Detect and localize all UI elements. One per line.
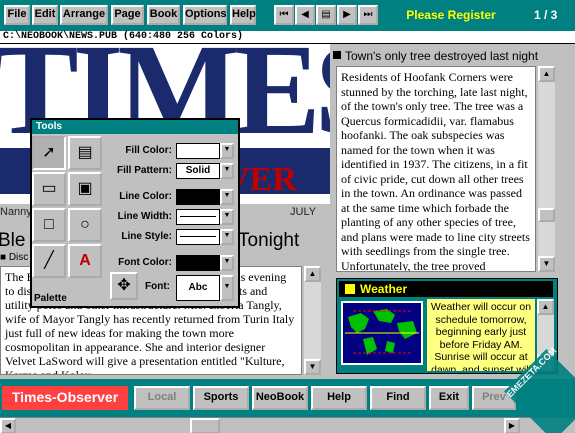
fill-pattern-label: Fill Pattern: [116, 165, 172, 176]
last-page-icon[interactable]: ⏭ [358, 5, 378, 25]
tree-story-text[interactable]: Residents of Hoofank Corners were stunne… [336, 66, 536, 272]
tree-story-title-text: Town's only tree destroyed last night [345, 49, 539, 63]
font-label: Font: [145, 281, 170, 292]
find-button[interactable]: Find [370, 386, 426, 410]
scroll-up-icon[interactable]: ▲ [538, 66, 555, 82]
scroll-thumb[interactable] [190, 418, 220, 433]
line-style-field[interactable] [176, 229, 220, 245]
left-story-scrollbar[interactable]: ▲ ▼ [304, 266, 321, 375]
menu-help[interactable]: Help [230, 5, 256, 25]
headline-right: Tonight [238, 230, 300, 251]
chevron-down-icon[interactable]: ▼ [220, 255, 234, 271]
scroll-track[interactable] [538, 82, 555, 256]
tree-story-title: Town's only tree destroyed last night [333, 48, 539, 64]
pointer-tool-icon[interactable]: ➚ [32, 136, 66, 170]
newspaper-page: TIMES VER Nanny JULY Ble Tonight ■ Disc … [0, 44, 575, 379]
file-path-bar: C:\NEOBOOK\NEWS.PUB (640:480 256 Colors) [0, 31, 575, 44]
bottom-navigation-bar: Times-Observer Local Sports NeoBook Help… [0, 379, 575, 417]
local-button[interactable]: Local [134, 386, 190, 410]
weather-title: Weather [339, 281, 553, 297]
scroll-right-icon[interactable]: ▶ [504, 418, 520, 433]
prev-page-icon[interactable]: ◀ [295, 5, 315, 25]
font-field[interactable]: Abc [176, 275, 220, 301]
neobook-button[interactable]: NeoBook [252, 386, 308, 410]
please-register[interactable]: Please Register [396, 6, 506, 24]
tools-title[interactable]: Tools [32, 120, 238, 134]
right-story-scrollbar[interactable]: ▲ ▼ [538, 66, 555, 272]
tools-palette: Tools ➚ ▤ ▭ ▣ □ ○ ╱ A ✥ Fill Color: ▼ Fi… [30, 118, 240, 308]
help-button[interactable]: Help [311, 386, 367, 410]
font-color-field[interactable] [176, 255, 220, 271]
line-color-field[interactable] [176, 189, 220, 205]
chevron-down-icon[interactable]: ▼ [220, 143, 234, 159]
menu-arrange[interactable]: Arrange [60, 5, 108, 25]
rectangle-tool-icon[interactable]: □ [32, 208, 66, 242]
scroll-thumb[interactable] [538, 208, 555, 222]
weather-panel: Weather Weather will occur on schedule t… [336, 278, 558, 374]
weather-forecast-text[interactable]: Weather will occur on schedule tomorrow,… [427, 299, 535, 371]
palette-label[interactable]: Palette [34, 292, 94, 306]
headline-left: Ble [0, 230, 26, 251]
menu-edit[interactable]: Edit [32, 5, 58, 25]
text-tool-icon[interactable]: ▤ [68, 136, 102, 170]
first-page-icon[interactable]: ⏮ [274, 5, 294, 25]
menu-options[interactable]: Options [183, 5, 227, 25]
ellipse-tool-icon[interactable]: ○ [68, 208, 102, 242]
menu-page[interactable]: Page [111, 5, 144, 25]
font-color-label: Font Color: [118, 257, 172, 268]
scroll-down-icon[interactable]: ▼ [304, 359, 321, 375]
line-color-label: Line Color: [119, 191, 172, 202]
button-tool-icon[interactable]: ▭ [32, 172, 66, 206]
chevron-down-icon[interactable]: ▼ [220, 275, 234, 301]
scroll-track[interactable] [304, 282, 321, 359]
next-page-icon[interactable]: ▶ [337, 5, 357, 25]
chevron-down-icon[interactable]: ▼ [220, 189, 234, 205]
bullet-icon [333, 51, 341, 59]
masthead-nanny-label: Nanny [0, 206, 32, 218]
move-tool-icon[interactable]: ✥ [110, 272, 138, 300]
picture-tool-icon[interactable]: ▣ [68, 172, 102, 206]
fill-color-label: Fill Color: [125, 145, 172, 156]
weather-square-icon [345, 284, 355, 294]
menubar: File Edit Arrange Page Book Options Help… [0, 0, 575, 31]
font-tool-icon[interactable]: A [68, 244, 102, 278]
weather-map-image [341, 301, 423, 365]
chevron-down-icon[interactable]: ▼ [220, 209, 234, 225]
line-width-label: Line Width: [117, 211, 172, 222]
fill-color-field[interactable] [176, 143, 220, 159]
page-list-icon[interactable]: ▤ [316, 5, 336, 25]
scroll-up-icon[interactable]: ▲ [304, 266, 321, 282]
scroll-left-icon[interactable]: ◀ [0, 418, 16, 433]
chevron-down-icon[interactable]: ▼ [220, 229, 234, 245]
brand-logo: Times-Observer [2, 386, 128, 410]
menu-book[interactable]: Book [147, 5, 180, 25]
chevron-down-icon[interactable]: ▼ [220, 163, 234, 179]
page-indicator: 1 / 3 [534, 8, 558, 22]
sports-button[interactable]: Sports [193, 386, 249, 410]
menu-file[interactable]: File [4, 5, 30, 25]
horizontal-scrollbar[interactable]: ◀ ▶ [0, 417, 575, 433]
weather-title-text: Weather [360, 282, 408, 296]
scroll-down-icon[interactable]: ▼ [538, 256, 555, 272]
line-style-label: Line Style: [121, 231, 172, 242]
line-tool-icon[interactable]: ╱ [32, 244, 66, 278]
fill-pattern-field[interactable]: Solid [176, 163, 220, 179]
exit-button[interactable]: Exit [429, 386, 469, 410]
line-width-field[interactable] [176, 209, 220, 225]
masthead-date: JULY [290, 206, 317, 218]
scroll-up-icon[interactable]: ▲ [537, 299, 554, 315]
